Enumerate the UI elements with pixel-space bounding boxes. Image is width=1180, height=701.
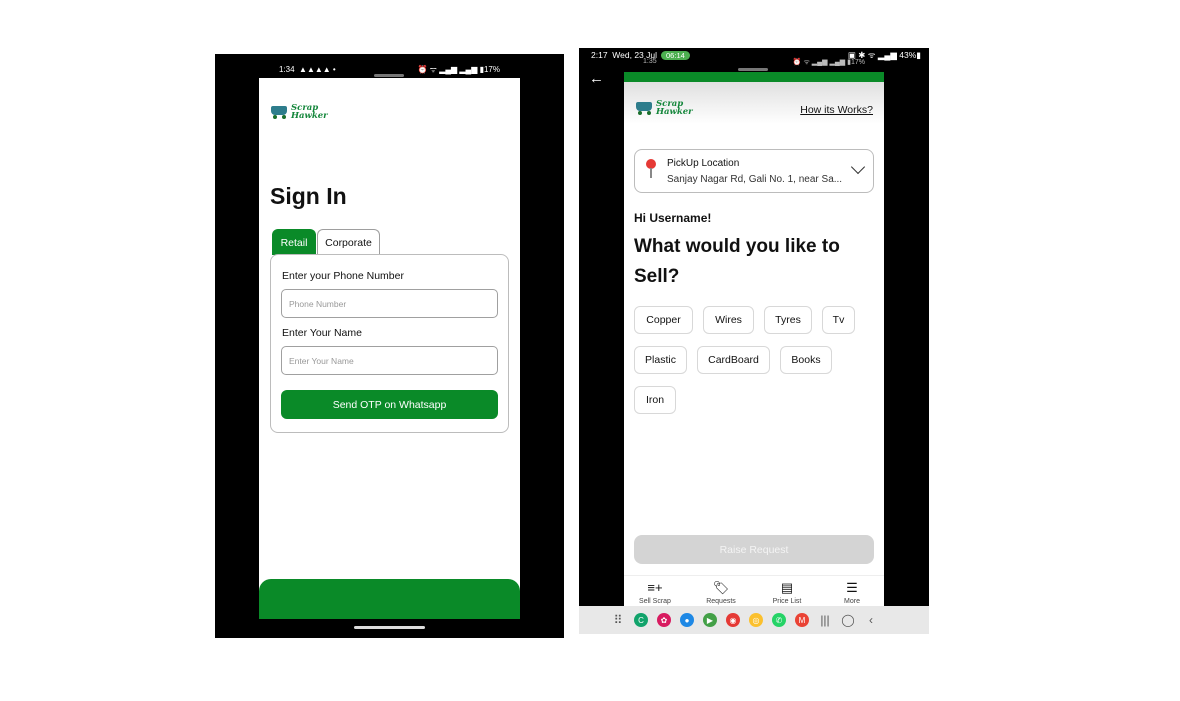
category-chip-cardboard[interactable]: CardBoard [697, 346, 770, 374]
nav-more[interactable]: ☰ More [832, 580, 872, 605]
category-chip-plastic[interactable]: Plastic [634, 346, 687, 374]
how-it-works-link[interactable]: How its Works? [800, 104, 873, 116]
scrap-hawker-logo: Scrap Hawker [269, 104, 328, 120]
bottom-green-panel [259, 579, 520, 619]
app-drawer-icon[interactable]: ⠿ [611, 613, 625, 627]
screen-recorder-icon[interactable]: ◉ [726, 613, 740, 627]
device-navigation-bar: ⠿ C ✿ ● ▶ ◉ ◎ ✆ M ||| ◯ ‹ [579, 606, 929, 634]
messages-app-icon[interactable]: ● [680, 613, 694, 627]
page-title: Sign In [270, 183, 347, 209]
drag-handle[interactable] [738, 68, 768, 71]
sell-list-icon: ≡+ [647, 580, 663, 595]
greeting: Hi Username! [634, 211, 712, 225]
phone-screenshot-signin: 1:34 ▲▲▲▲ • ⏰ ᯤ ▂▄▆ ▂▄▆ ▮17% Scrap Hawker… [215, 54, 564, 638]
mirrored-status-bar: 1:35 ⏰ ᯤ ▂▄▆ ▂▄▆ ▮17% [643, 58, 865, 68]
category-chip-iron[interactable]: Iron [634, 386, 676, 414]
send-otp-button[interactable]: Send OTP on Whatsapp [281, 390, 498, 419]
sell-question: What would you like to Sell? [634, 236, 840, 287]
nav-label: More [844, 598, 860, 605]
tab-corporate[interactable]: Corporate [317, 229, 380, 255]
nav-sell-scrap[interactable]: ≡+ Sell Scrap [635, 580, 675, 605]
nav-label: Price List [772, 598, 802, 605]
whatsapp-icon[interactable]: ✆ [772, 613, 786, 627]
recents-icon[interactable]: ||| [818, 613, 832, 627]
bottom-navigation: ≡+ Sell Scrap 🏷 Requests ▤ Price List ☰ … [624, 575, 884, 607]
pickup-location-selector[interactable]: PickUp Location Sanjay Nagar Rd, Gali No… [634, 149, 874, 193]
gesture-bar[interactable] [354, 626, 425, 629]
home-icon[interactable]: ◯ [841, 613, 855, 627]
back-arrow-icon[interactable]: ← [589, 70, 604, 87]
category-chip-tyres[interactable]: Tyres [764, 306, 812, 334]
name-input[interactable]: Enter Your Name [281, 346, 498, 375]
tab-retail[interactable]: Retail [272, 229, 316, 255]
logo-text-line2: Hawker [656, 107, 693, 117]
nav-label: Requests [706, 598, 736, 605]
chevron-down-icon[interactable] [850, 159, 866, 175]
play-store-icon[interactable]: ▶ [703, 613, 717, 627]
raise-request-button[interactable]: Raise Request [634, 535, 874, 564]
device-time: 2:17 [591, 50, 608, 60]
sell-screen: Scrap Hawker How its Works? PickUp Locati… [624, 72, 884, 607]
signin-form-card: Enter your Phone Number Phone Number Ent… [270, 254, 509, 433]
phone-input[interactable]: Phone Number [281, 289, 498, 318]
pickup-address: Sanjay Nagar Rd, Gali No. 1, near Sa... [667, 174, 843, 185]
chrome-icon[interactable]: ◎ [749, 613, 763, 627]
scrap-hawker-logo: Scrap Hawker [634, 100, 693, 116]
flower-app-icon[interactable]: ✿ [657, 613, 671, 627]
phone-label: Enter your Phone Number [282, 270, 404, 282]
top-green-strip [624, 72, 884, 82]
location-pin-icon [645, 159, 657, 179]
notification-icons: ▲▲▲▲ • [299, 64, 336, 74]
price-list-icon: ▤ [780, 580, 794, 595]
mirrored-indicators: ⏰ ᯤ ▂▄▆ ▂▄▆ ▮17% [792, 59, 865, 66]
app-shortcut-icon[interactable]: C [634, 613, 648, 627]
cart-icon [634, 101, 654, 115]
logo-text-line2: Hawker [291, 111, 328, 121]
pickup-location-title: PickUp Location [667, 158, 740, 169]
category-chip-books[interactable]: Books [780, 346, 832, 374]
gmail-icon[interactable]: M [795, 613, 809, 627]
mirrored-time: 1:35 [643, 58, 657, 65]
tag-icon: 🏷 [712, 580, 730, 595]
drag-handle[interactable] [374, 74, 404, 77]
category-chip-wires[interactable]: Wires [703, 306, 754, 334]
back-icon[interactable]: ‹ [864, 613, 878, 627]
more-menu-icon: ☰ [846, 580, 858, 595]
status-indicators: ⏰ ᯤ ▂▄▆ ▂▄▆ ▮17% [417, 64, 500, 74]
nav-price-list[interactable]: ▤ Price List [767, 580, 807, 605]
cart-icon [269, 105, 289, 119]
status-time: 1:34 [279, 64, 295, 74]
nav-label: Sell Scrap [639, 598, 671, 605]
category-chip-tv[interactable]: Tv [822, 306, 855, 334]
category-chip-copper[interactable]: Copper [634, 306, 693, 334]
phone-screenshot-sell: 2:17 Wed, 23 Jul 06:14 ▣ ✱ ᯤ ▂▄▆ 43%▮ 1:3… [579, 48, 929, 634]
name-label: Enter Your Name [282, 327, 362, 339]
nav-requests[interactable]: 🏷 Requests [701, 580, 741, 605]
signin-screen: Scrap Hawker Sign In Retail Corporate Ent… [259, 78, 520, 619]
